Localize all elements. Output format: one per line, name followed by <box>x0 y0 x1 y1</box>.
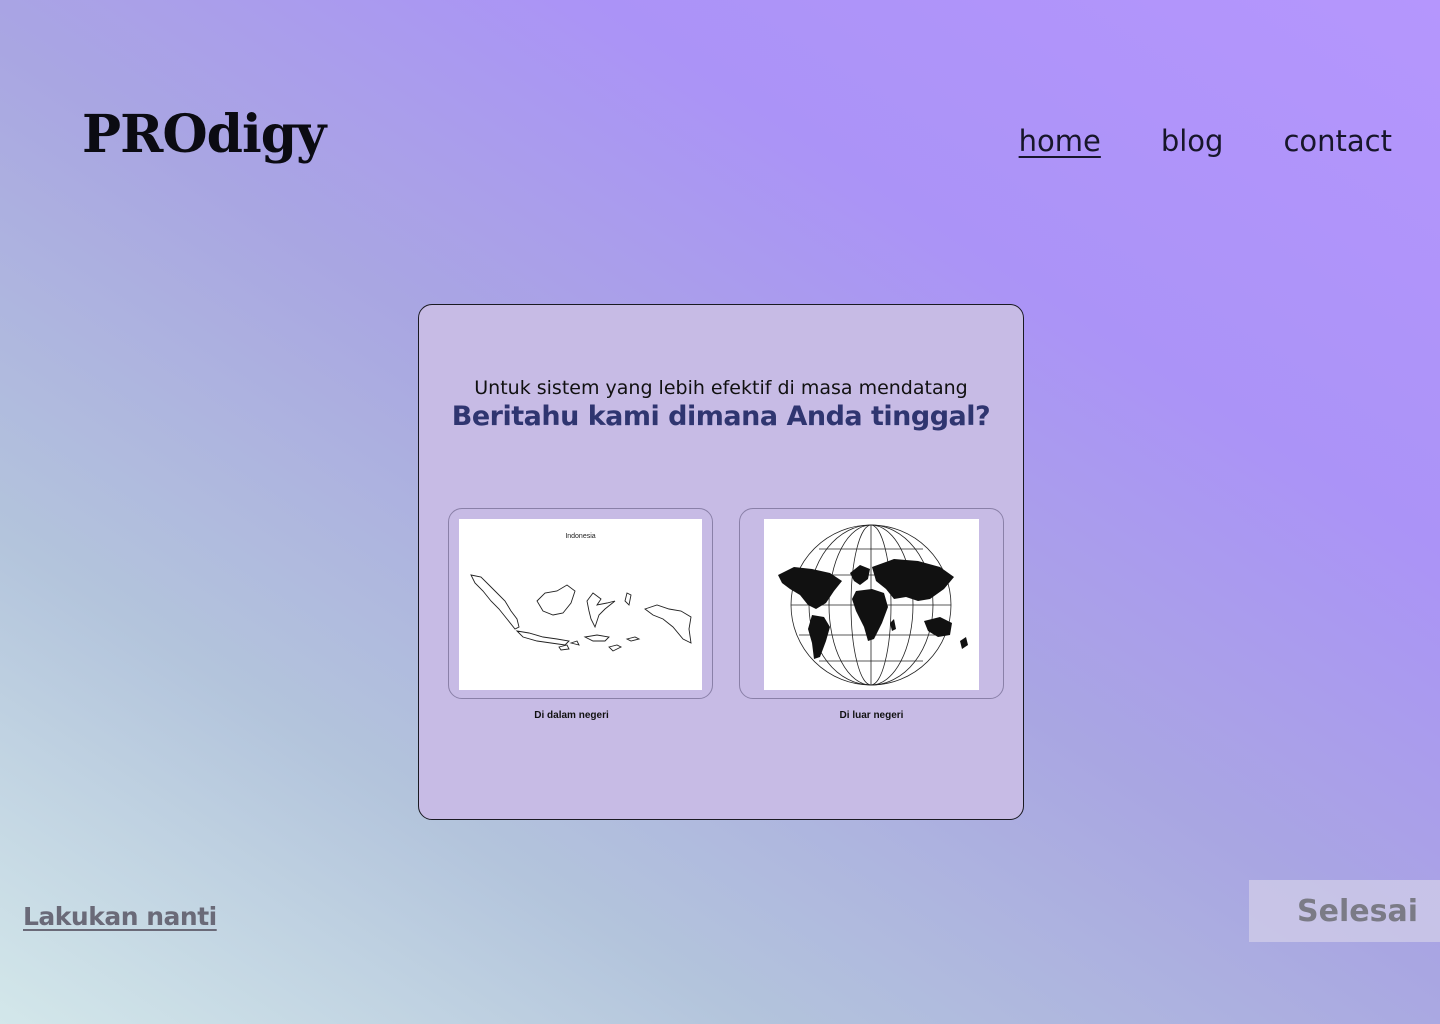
option-domestic[interactable]: Indonesia <box>448 508 713 699</box>
option-abroad-label: Di luar negeri <box>839 710 904 721</box>
card-subtitle: Untuk sistem yang lebih efektif di masa … <box>474 377 968 399</box>
world-globe-icon <box>778 524 968 686</box>
world-globe-image <box>764 519 979 690</box>
option-abroad[interactable] <box>739 508 1004 699</box>
main-nav: home blog contact <box>1019 124 1392 158</box>
indonesia-map-image: Indonesia <box>459 519 702 690</box>
do-later-link[interactable]: Lakukan nanti <box>23 902 217 931</box>
location-card: Untuk sistem yang lebih efektif di masa … <box>418 304 1024 820</box>
nav-contact-link[interactable]: contact <box>1283 124 1392 158</box>
option-domestic-label: Di dalam negeri <box>534 710 609 721</box>
nav-blog-link[interactable]: blog <box>1161 124 1224 158</box>
done-button[interactable]: Selesai <box>1249 880 1440 942</box>
indonesia-map-icon <box>470 574 692 652</box>
card-question: Beritahu kami dimana Anda tinggal? <box>451 401 991 432</box>
logo[interactable]: PROdigy <box>82 104 326 165</box>
nav-home-link[interactable]: home <box>1019 124 1101 158</box>
